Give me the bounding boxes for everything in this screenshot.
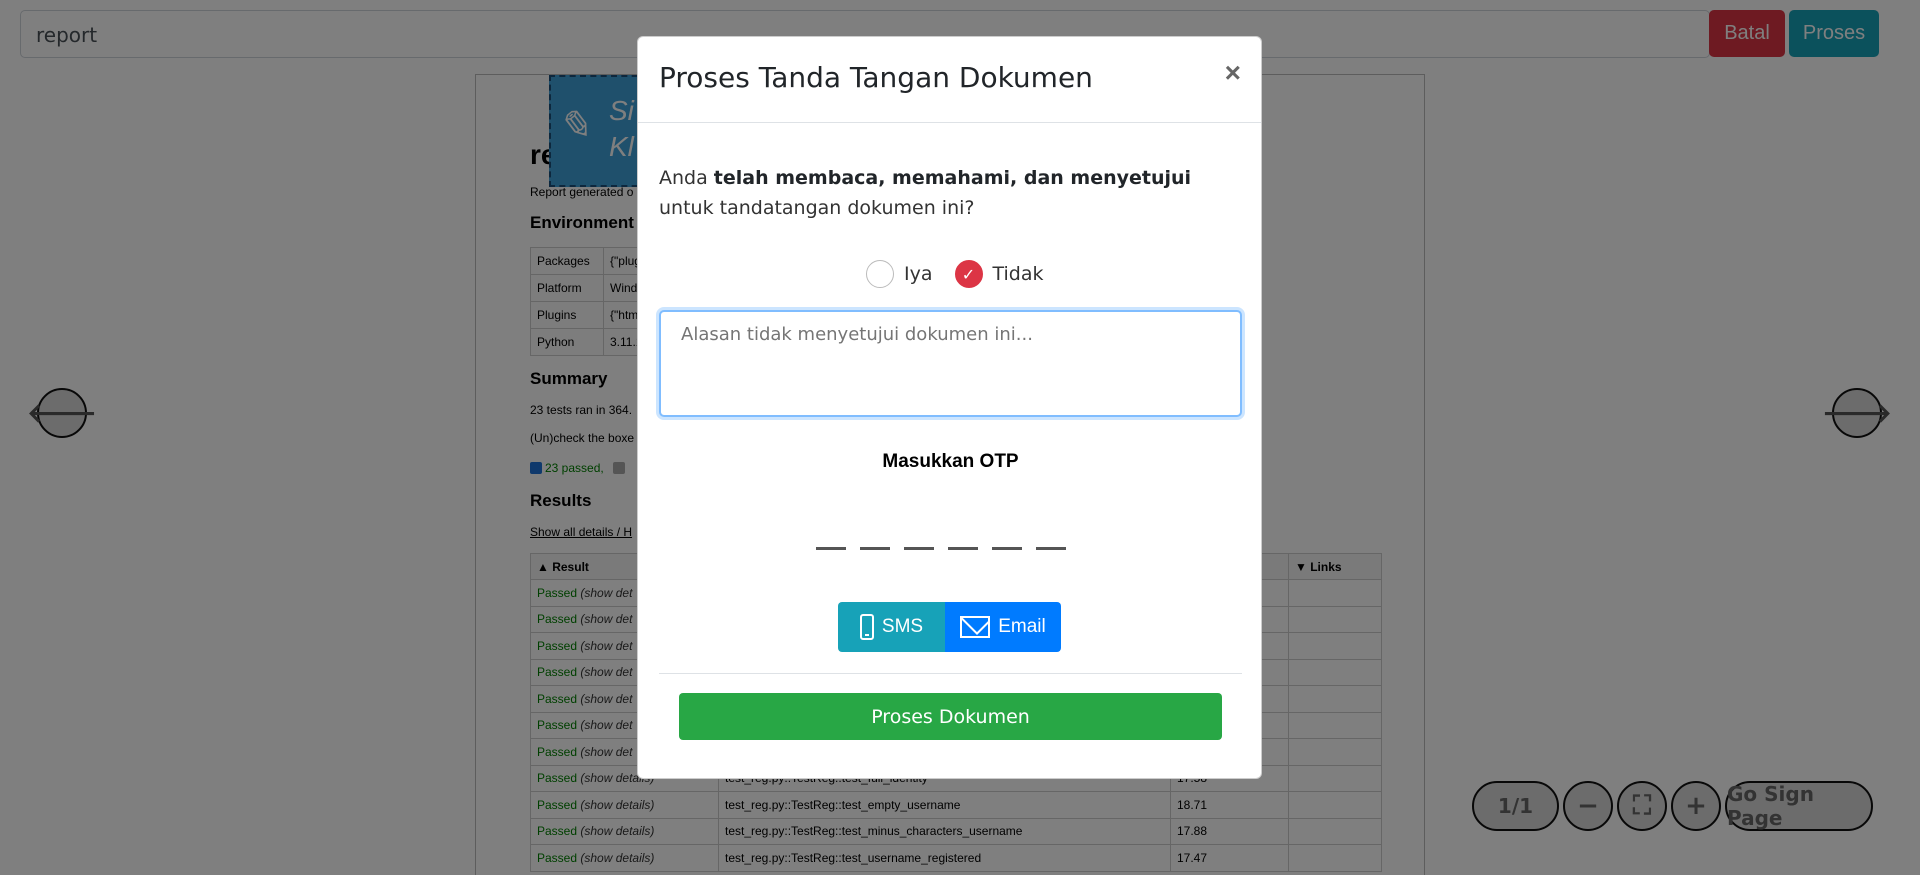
sms-label: SMS <box>881 616 924 637</box>
otp-digit-slot[interactable] <box>1036 547 1066 550</box>
send-otp-sms-button[interactable]: SMS <box>838 602 945 652</box>
process-document-button[interactable]: Proses Dokumen <box>679 693 1222 740</box>
close-icon: × <box>1224 57 1241 88</box>
agreement-options: Iya ✓ Tidak <box>866 260 1066 288</box>
question-emphasis: telah membaca, memahami, dan menyetujui <box>713 167 1192 189</box>
otp-digit-slot[interactable] <box>860 547 890 550</box>
radio-no[interactable]: ✓ <box>954 260 983 288</box>
mail-icon <box>960 616 991 638</box>
question-prefix: Anda <box>659 167 714 189</box>
send-otp-email-button[interactable]: Email <box>945 602 1061 652</box>
email-label: Email <box>998 616 1046 637</box>
radio-yes[interactable] <box>866 260 894 288</box>
rejection-reason-input[interactable] <box>659 310 1242 417</box>
agreement-question: Anda telah membaca, memahami, dan menyet… <box>659 163 1239 223</box>
radio-yes-label[interactable]: Iya <box>904 263 933 285</box>
divider <box>659 673 1242 674</box>
modal-header: Proses Tanda Tangan Dokumen × <box>638 37 1261 123</box>
otp-title: Masukkan OTP <box>882 451 1019 472</box>
check-icon: ✓ <box>961 264 976 284</box>
otp-digit-slot[interactable] <box>904 547 934 550</box>
otp-digit-slot[interactable] <box>948 547 978 550</box>
modal-title: Proses Tanda Tangan Dokumen <box>659 61 1093 94</box>
close-button[interactable]: × <box>1225 59 1241 87</box>
sign-document-modal: Proses Tanda Tangan Dokumen × Anda telah… <box>637 36 1262 779</box>
question-suffix: untuk tandatangan dokumen ini? <box>659 197 975 219</box>
otp-digit-slot[interactable] <box>992 547 1022 550</box>
radio-no-label[interactable]: Tidak <box>993 263 1044 285</box>
otp-method-group: SMS Email <box>838 602 1061 652</box>
otp-input-group[interactable] <box>816 547 1066 550</box>
otp-digit-slot[interactable] <box>816 547 846 550</box>
phone-icon <box>859 614 874 640</box>
